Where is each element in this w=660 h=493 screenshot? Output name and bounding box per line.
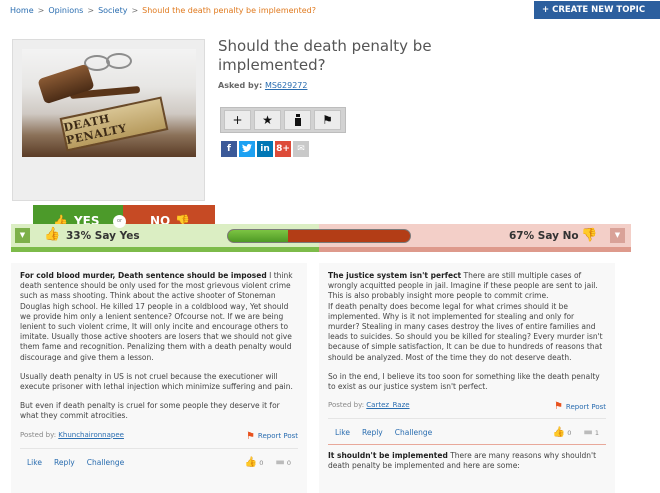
expand-no-icon[interactable]: ▼	[610, 228, 625, 243]
thumbs-down-icon: 👎	[581, 228, 598, 243]
yes-percentage: 33% Say Yes	[66, 230, 140, 242]
breadcrumb-current: Should the death penalty be implemented?	[142, 6, 316, 15]
post-actions: Like Reply Challenge 👍 0 ▬ 1	[319, 427, 615, 438]
thumbs-up-icon: 👍	[552, 427, 566, 439]
death-penalty-plaque: DEATH PENALTY	[59, 96, 169, 152]
page-title: Should the death penalty be implemented?	[218, 37, 432, 74]
divider	[328, 418, 606, 420]
argument-paragraph: If death penalty does become legal for w…	[328, 301, 603, 362]
reply-link[interactable]: Reply	[54, 458, 75, 467]
create-new-topic-button[interactable]: + CREATE NEW TOPIC	[534, 1, 660, 19]
vote-progress-bar	[227, 229, 411, 243]
challenge-link[interactable]: Challenge	[395, 428, 433, 437]
argument-headline: For cold blood murder, Death sentence sh…	[20, 271, 267, 280]
favorite-star-icon[interactable]: ★	[254, 110, 281, 130]
like-count: 👍 0	[244, 456, 264, 468]
bottle-icon	[294, 114, 301, 126]
no-arguments-column: The justice system isn't perfect There a…	[319, 263, 615, 493]
argument-headline: The justice system isn't perfect	[328, 271, 462, 280]
handcuffs-icon	[106, 53, 132, 69]
yes-arguments-column: For cold blood murder, Death sentence sh…	[11, 263, 307, 493]
author-link[interactable]: Khunchaironnapee	[58, 431, 124, 439]
argument-post: For cold blood murder, Death sentence sh…	[11, 263, 307, 422]
vote-tracker-button[interactable]	[284, 110, 311, 130]
comment-icon: ▬	[275, 456, 285, 468]
email-share-icon[interactable]: ✉	[293, 141, 309, 157]
report-post-link[interactable]: ⚑ Report Post	[246, 431, 298, 442]
reply-link[interactable]: Reply	[362, 428, 383, 437]
breadcrumb-opinions[interactable]: Opinions	[48, 6, 83, 15]
flag-icon: ⚑	[553, 401, 563, 413]
post-meta: Posted by: Khunchaironnapee ⚑ Report Post	[20, 430, 298, 442]
post-meta: Posted by: Cartez_Raze ⚑ Report Post	[328, 401, 606, 413]
comment-icon: ▬	[583, 427, 593, 439]
argument-paragraph: Usually death penalty in US is not cruel…	[20, 371, 293, 392]
asked-by-user-link[interactable]: MS629272	[265, 81, 308, 90]
share-buttons: f in 8+ ✉	[221, 141, 309, 157]
topic-image: DEATH PENALTY	[22, 49, 196, 157]
thumbs-up-icon: 👍	[244, 456, 258, 468]
linkedin-share-icon[interactable]: in	[257, 141, 273, 157]
flag-icon[interactable]: ⚑	[314, 110, 341, 130]
like-link[interactable]: Like	[335, 428, 350, 437]
comment-count: ▬ 1	[583, 427, 599, 439]
breadcrumb-separator: >	[131, 6, 139, 15]
like-count: 👍 0	[552, 427, 572, 439]
breadcrumb-society[interactable]: Society	[98, 6, 127, 15]
vote-progress-yes-fill	[228, 230, 289, 242]
post-actions: Like Reply Challenge 👍 0 ▬ 0	[11, 457, 307, 468]
like-link[interactable]: Like	[27, 458, 42, 467]
divider	[20, 447, 298, 449]
facebook-share-icon[interactable]: f	[221, 141, 237, 157]
argument-paragraph: But even if death penalty is cruel for s…	[20, 401, 280, 421]
add-button[interactable]: +	[224, 110, 251, 130]
argument-paragraph: So in the end, I believe its too soon fo…	[328, 371, 600, 392]
breadcrumb-separator: >	[87, 6, 95, 15]
thumbs-up-icon: 👍	[44, 227, 61, 242]
expand-yes-icon[interactable]: ▼	[15, 228, 30, 243]
author-link[interactable]: Cartez_Raze	[366, 401, 409, 409]
flag-icon: ⚑	[245, 430, 255, 442]
google-plus-share-icon[interactable]: 8+	[275, 141, 291, 157]
argument-post: It shouldn't be implemented There are ma…	[319, 445, 615, 471]
topic-action-bar: + ★ ⚑	[220, 107, 346, 133]
comment-count: ▬ 0	[275, 456, 291, 468]
argument-body: I think death sentence should be only us…	[20, 271, 293, 362]
twitter-share-icon[interactable]	[239, 141, 255, 157]
gavel-icon	[37, 63, 95, 105]
breadcrumb-separator: >	[37, 6, 45, 15]
vote-or-divider: or	[113, 215, 126, 228]
challenge-link[interactable]: Challenge	[87, 458, 125, 467]
breadcrumb: Home > Opinions > Society > Should the death p…	[10, 6, 316, 15]
argument-headline: It shouldn't be implemented	[328, 451, 448, 461]
report-post-link[interactable]: ⚑ Report Post	[554, 401, 606, 412]
no-percentage: 67% Say No	[509, 230, 579, 242]
asked-by: Asked by: MS629272	[218, 81, 308, 90]
argument-post: The justice system isn't perfect There a…	[319, 263, 615, 392]
breadcrumb-home[interactable]: Home	[10, 6, 34, 15]
topic-image-panel: DEATH PENALTY 👍 YES or NO 👎	[12, 39, 215, 237]
